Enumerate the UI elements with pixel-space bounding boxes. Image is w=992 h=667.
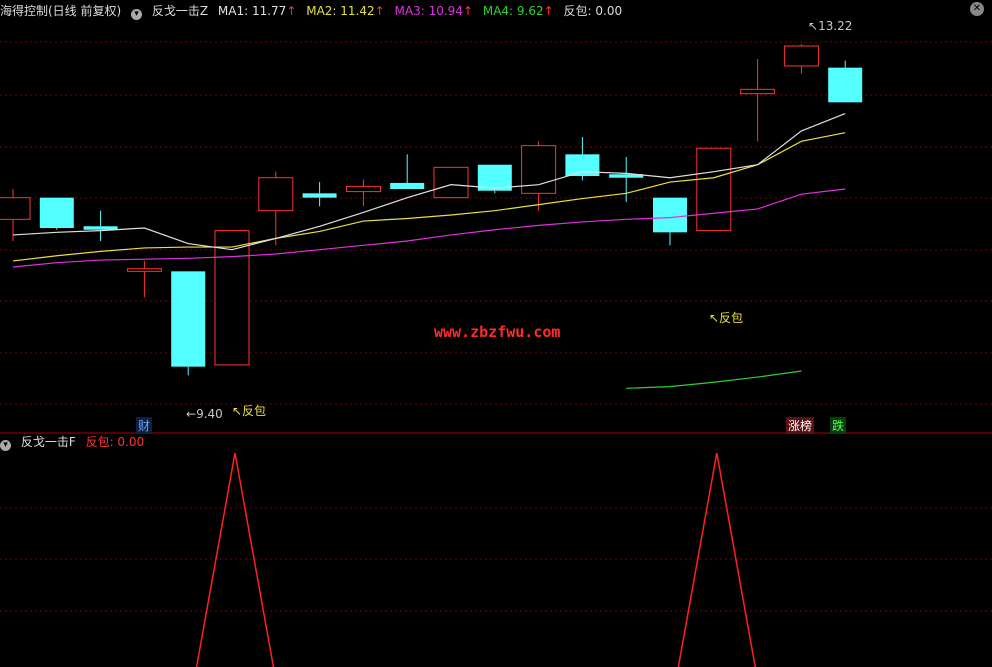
stock-title[interactable]: 海得控制(日线 前复权) — [0, 4, 121, 18]
candle-body-up — [0, 197, 31, 220]
ma2-value: MA2: 11.42 — [306, 4, 375, 18]
candle-body-up — [783, 45, 819, 67]
candle-body-down — [83, 226, 118, 230]
candle-body-down — [565, 154, 600, 176]
high-price-annotation: ↖13.22 — [808, 19, 852, 33]
candle-body-down — [390, 182, 425, 189]
candle-body-down — [302, 193, 337, 198]
ma3-value: MA3: 10.94 — [394, 4, 463, 18]
indicator-name[interactable]: 反戈一击Z — [152, 4, 208, 18]
chevron-down-icon[interactable]: ▾ — [0, 440, 11, 451]
fanbao-marker-1: ↖反包 — [232, 404, 267, 418]
close-icon[interactable]: ✕ — [970, 2, 984, 16]
ma1-value: MA1: 11.77 — [217, 4, 287, 18]
candle-body-up — [258, 177, 294, 212]
ma1-label: MA1: 11.77↑ — [218, 4, 296, 18]
high-price-value: 13.22 — [818, 19, 853, 33]
ma4-value: MA4: 9.62 — [482, 4, 544, 18]
candle-body-up — [345, 185, 381, 193]
up-arrow-icon: ↑ — [462, 4, 474, 18]
arrow-icon: ← — [186, 407, 197, 421]
candle-body-up — [740, 88, 776, 95]
candle-body-up — [214, 230, 250, 366]
signal-spike — [677, 452, 757, 667]
candle-body-down — [171, 271, 206, 367]
ma3-label: MA3: 10.94↑ — [395, 4, 473, 18]
arrow-icon: ↖ — [808, 19, 819, 33]
sub-header: ▾ 反戈一击F 反包: 0.00 — [0, 433, 150, 451]
fanbao-label: 反包: 0.00 — [563, 4, 623, 18]
low-price-value: 9.40 — [196, 407, 223, 421]
chevron-down-icon[interactable]: ▾ — [131, 9, 143, 20]
up-arrow-icon: ↑ — [543, 4, 554, 18]
fanbao-marker-2: ↖反包 — [709, 311, 744, 325]
sub-indicator-name[interactable]: 反戈一击F — [21, 435, 76, 449]
signal-line — [195, 452, 757, 667]
up-arrow-icon: ↑ — [374, 4, 385, 18]
candle-body-up — [696, 147, 732, 232]
main-header: 海得控制(日线 前复权) ▾ 反戈一击Z MA1: 11.77↑ MA2: 11… — [0, 2, 628, 20]
watermark: www.zbzfwu.com — [434, 323, 561, 341]
finance-badge[interactable]: 财 — [136, 417, 153, 434]
candle-body-up — [126, 268, 162, 272]
sub-fanbao-label: 反包: 0.00 — [85, 435, 145, 449]
candle-body-down — [39, 197, 74, 228]
candle-body-down — [828, 67, 863, 103]
signal-spike — [195, 452, 275, 667]
up-arrow-icon: ↑ — [286, 4, 297, 18]
candle-body-down — [653, 197, 687, 233]
ma4-label: MA4: 9.62↑ — [483, 4, 554, 18]
candle-body-up — [433, 166, 469, 199]
low-price-annotation: ←9.40 — [186, 407, 223, 421]
zhangbang-badge[interactable]: 涨榜 — [786, 417, 815, 434]
ma4-line — [626, 370, 802, 389]
ma2-label: MA2: 11.42↑ — [306, 4, 384, 18]
die-badge[interactable]: 跌 — [830, 417, 847, 434]
